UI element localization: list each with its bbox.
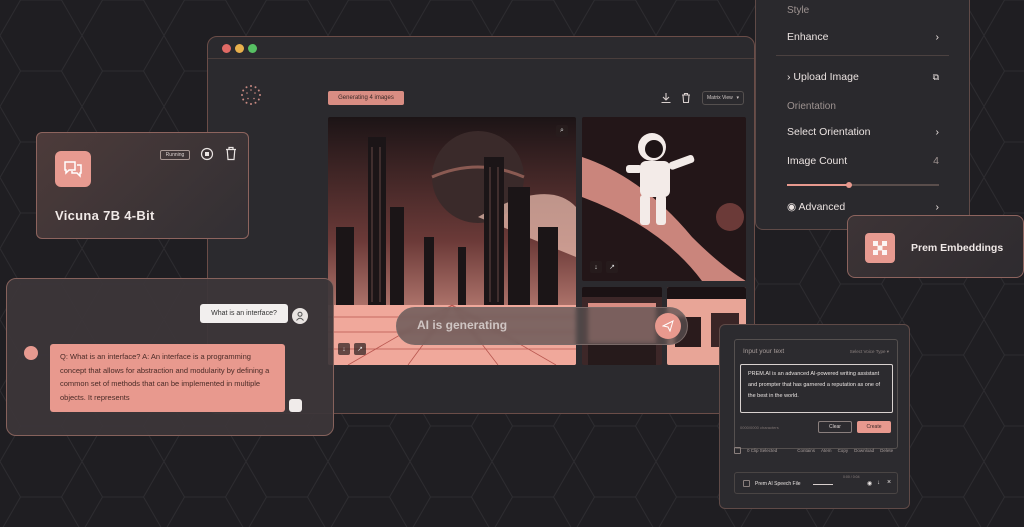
- share-icon: ↗: [357, 346, 363, 353]
- user-icon: [296, 311, 304, 321]
- enhance-option[interactable]: Enhance ›: [787, 31, 939, 43]
- chevron-right-icon: ›: [935, 201, 940, 213]
- character-count: 0000/0000 characters: [740, 425, 779, 430]
- model-title: Vicuna 7B 4-Bit: [55, 208, 155, 223]
- image-download-button[interactable]: ↓: [338, 343, 350, 355]
- user-message: What is an interface?: [200, 304, 288, 323]
- trash-icon[interactable]: [680, 92, 692, 104]
- chevron-down-icon: ▾: [736, 95, 739, 101]
- audio-progress[interactable]: [813, 484, 833, 485]
- column-atem: Atem: [821, 448, 832, 453]
- file-name: Prem AI Speech File: [755, 481, 801, 487]
- image-share-button[interactable]: ↗: [606, 261, 618, 273]
- slider-handle[interactable]: [846, 182, 852, 188]
- chat-window: What is an interface? Q: What is an inte…: [6, 278, 334, 436]
- text-to-speech-panel: Input your text Select Voice Type ▾ PREM…: [719, 324, 910, 509]
- view-mode-label: Matrix View: [707, 95, 733, 101]
- voice-type-select[interactable]: Select Voice Type ▾: [850, 349, 889, 355]
- send-button[interactable]: [655, 313, 681, 339]
- chevron-right-icon: ›: [935, 126, 940, 138]
- model-card-prem-embeddings[interactable]: Prem Embeddings: [847, 215, 1024, 278]
- chevron-down-icon: ▾: [886, 349, 889, 354]
- download-icon[interactable]: [660, 92, 672, 104]
- prompt-input-bar[interactable]: AI is generating: [396, 307, 688, 345]
- generating-status-chip: Generating 4 images: [328, 91, 404, 105]
- slider-fill: [787, 184, 848, 186]
- image-count-row: Image Count 4: [787, 155, 939, 167]
- close-icon[interactable]: ×: [887, 479, 891, 486]
- upload-image-label: Upload Image: [793, 71, 859, 83]
- chat-bubbles-icon: [55, 151, 91, 187]
- chevron-right-icon: ›: [935, 31, 940, 43]
- embeddings-icon: [865, 233, 895, 263]
- column-download: Download: [854, 448, 875, 453]
- column-copy: Copy: [837, 448, 849, 453]
- image-download-button[interactable]: ↓: [590, 261, 602, 273]
- advanced-label: Advanced: [798, 201, 846, 213]
- minimize-dot[interactable]: [235, 44, 244, 53]
- clips-selected-label: 0 Clip Selected: [747, 448, 778, 453]
- voice-type-label: Select Voice Type: [849, 349, 886, 354]
- divider: [776, 55, 949, 56]
- text-area[interactable]: PREM.AI is an advanced AI-powered writin…: [740, 364, 893, 413]
- download-icon[interactable]: ↓: [877, 480, 880, 486]
- maximize-dot[interactable]: [248, 44, 257, 53]
- zoom-icon: ⌕: [560, 127, 564, 134]
- clear-button[interactable]: Clear: [818, 421, 852, 433]
- orientation-select[interactable]: Select Orientation ›: [787, 126, 939, 138]
- enhance-label: Enhance: [787, 31, 829, 43]
- input-label: Input your text: [743, 348, 785, 355]
- view-mode-select[interactable]: Matrix View ▾: [702, 91, 744, 105]
- share-icon: ↗: [609, 264, 615, 271]
- running-badge: Running: [160, 150, 190, 160]
- copy-button[interactable]: [289, 399, 302, 412]
- download-icon: ↓: [594, 263, 598, 271]
- send-icon: [662, 320, 674, 332]
- model-card-vicuna[interactable]: Running Vicuna 7B 4-Bit: [36, 132, 249, 239]
- file-time: 0:00 / 0:04: [843, 475, 860, 479]
- style-heading: Style: [787, 5, 810, 16]
- orientation-label: Select Orientation: [787, 126, 871, 138]
- assistant-avatar: [24, 346, 38, 360]
- assistant-message: Q: What is an interface? A: An interface…: [50, 344, 285, 412]
- advanced-option[interactable]: ◉ Advanced ›: [787, 201, 939, 213]
- image-count-slider[interactable]: [787, 182, 939, 188]
- generated-image-astronaut[interactable]: ↓ ↗: [582, 117, 746, 281]
- style-settings-panel: Style Enhance › › Upload Image ⧉ Orienta…: [755, 0, 970, 230]
- embeddings-title: Prem Embeddings: [911, 242, 1004, 254]
- user-avatar: [292, 308, 308, 324]
- column-contains: Contains: [797, 448, 816, 453]
- image-share-button[interactable]: ↗: [354, 343, 366, 355]
- download-icon: ↓: [342, 345, 346, 353]
- copy-icon: ⧉: [932, 71, 939, 82]
- eye-icon: ◉: [787, 201, 799, 213]
- trash-icon[interactable]: [224, 146, 238, 161]
- orientation-heading: Orientation: [787, 101, 836, 112]
- column-delete: Delete: [880, 448, 894, 453]
- prem-logo-icon: [241, 85, 261, 105]
- close-dot[interactable]: [222, 44, 231, 53]
- select-all-checkbox[interactable]: [734, 447, 741, 454]
- zoom-button[interactable]: ⌕: [556, 125, 568, 137]
- titlebar-divider: [208, 58, 754, 59]
- window-controls: [222, 44, 257, 53]
- file-checkbox[interactable]: [743, 480, 750, 487]
- audio-file-row[interactable]: Prem AI Speech File 0:00 / 0:04 ◉ ↓ ×: [734, 472, 898, 494]
- upload-image-button[interactable]: › Upload Image ⧉: [787, 71, 939, 83]
- text-input-box: Input your text Select Voice Type ▾ PREM…: [734, 339, 898, 449]
- prompt-text: AI is generating: [417, 318, 508, 332]
- create-button[interactable]: Create: [857, 421, 891, 433]
- image-count-value: 4: [933, 155, 939, 167]
- play-icon[interactable]: ◉: [867, 480, 872, 487]
- stop-icon[interactable]: [200, 147, 214, 161]
- clips-header-row: 0 Clip Selected Contains Atem Copy Downl…: [734, 447, 898, 454]
- image-count-label: Image Count: [787, 155, 848, 167]
